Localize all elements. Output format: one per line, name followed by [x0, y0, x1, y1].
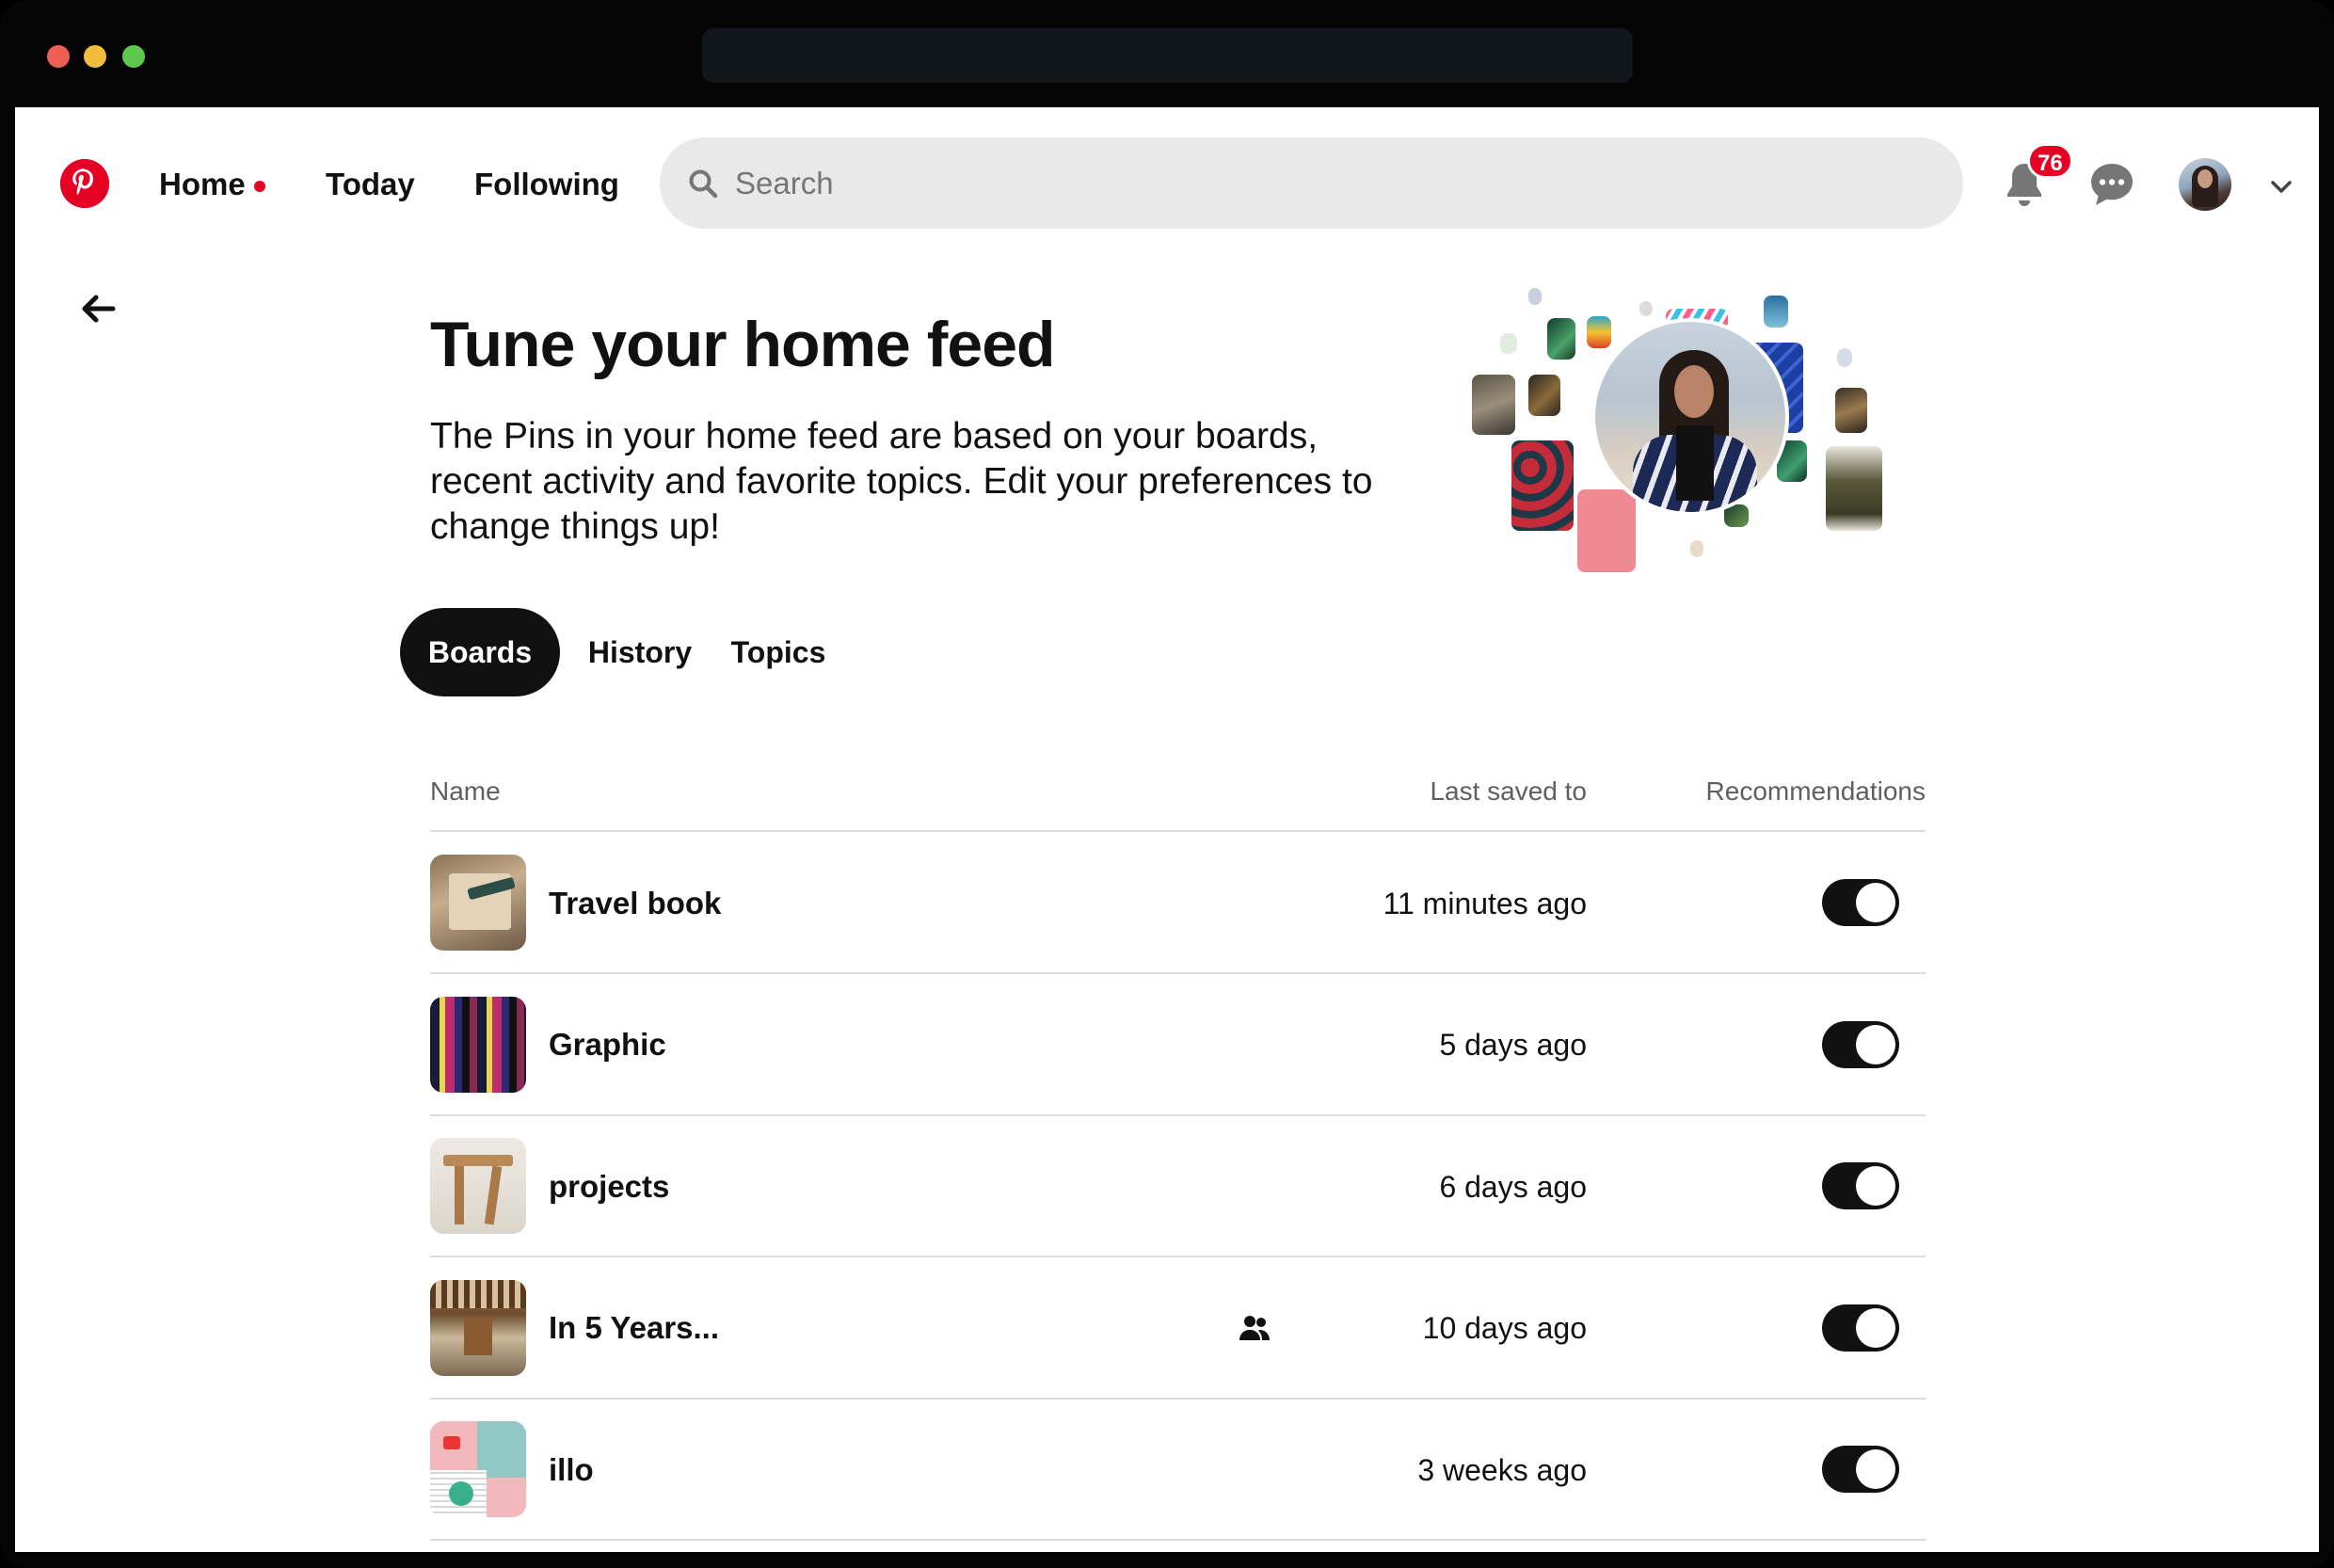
back-arrow-icon[interactable] [77, 288, 119, 329]
page-viewport: Home Today Following 76 [15, 107, 2319, 1552]
row-divider [430, 1114, 1926, 1116]
last-saved-time: 10 days ago [1422, 1311, 1587, 1345]
board-thumbnail[interactable] [430, 997, 526, 1093]
chevron-down-icon[interactable] [2268, 173, 2294, 200]
board-thumbnail[interactable] [430, 1138, 526, 1234]
column-header-recommendations: Recommendations [1705, 776, 1926, 806]
table-header-divider [430, 830, 1926, 832]
recommendations-toggle[interactable] [1822, 1021, 1899, 1068]
column-header-name: Name [430, 776, 501, 806]
pinterest-logo-icon[interactable] [60, 159, 109, 208]
address-bar[interactable] [702, 28, 1633, 83]
avatar[interactable] [2179, 158, 2231, 211]
board-name[interactable]: Travel book [549, 885, 721, 922]
group-icon [1239, 1316, 1270, 1340]
nav-today-link[interactable]: Today [326, 166, 415, 203]
recommendations-toggle[interactable] [1822, 879, 1899, 926]
column-header-last-saved: Last saved to [1430, 776, 1587, 806]
page-title: Tune your home feed [430, 309, 1056, 380]
recommendations-toggle[interactable] [1822, 1162, 1899, 1209]
browser-window: Home Today Following 76 [0, 0, 2334, 1568]
board-thumbnail[interactable] [430, 1280, 526, 1376]
last-saved-time: 3 weeks ago [1417, 1453, 1587, 1487]
board-thumbnail[interactable] [430, 1421, 526, 1517]
row-divider [430, 1256, 1926, 1257]
nav-home-link[interactable]: Home [159, 166, 246, 203]
close-window-button[interactable] [47, 45, 70, 68]
chat-icon[interactable] [2087, 160, 2136, 209]
notification-badge: 76 [2027, 143, 2073, 179]
title-bar [0, 0, 2334, 107]
last-saved-time: 6 days ago [1439, 1170, 1587, 1204]
last-saved-time: 11 minutes ago [1383, 887, 1587, 920]
board-name[interactable]: illo [549, 1451, 594, 1489]
minimize-window-button[interactable] [84, 45, 106, 68]
hero-pin-collage [1464, 282, 1897, 572]
row-divider [430, 1398, 1926, 1400]
page-description: The Pins in your home feed are based on … [430, 416, 1373, 547]
tab-topics[interactable]: Topics [717, 608, 839, 696]
board-name[interactable]: In 5 Years... [549, 1309, 719, 1347]
search-input[interactable] [735, 156, 1921, 210]
search-bar[interactable] [660, 137, 1963, 229]
board-name[interactable]: Graphic [549, 1026, 666, 1064]
row-divider [430, 972, 1926, 974]
board-thumbnail[interactable] [430, 855, 526, 951]
home-unread-dot [254, 181, 265, 192]
board-name[interactable]: projects [549, 1168, 669, 1206]
maximize-window-button[interactable] [122, 45, 145, 68]
nav-following-link[interactable]: Following [474, 166, 619, 203]
row-divider [430, 1539, 1926, 1541]
tab-history[interactable]: History [579, 608, 701, 696]
last-saved-time: 5 days ago [1439, 1028, 1587, 1062]
recommendations-toggle[interactable] [1822, 1304, 1899, 1352]
search-icon [689, 169, 718, 199]
tab-boards[interactable]: Boards [400, 608, 560, 696]
recommendations-toggle[interactable] [1822, 1446, 1899, 1493]
